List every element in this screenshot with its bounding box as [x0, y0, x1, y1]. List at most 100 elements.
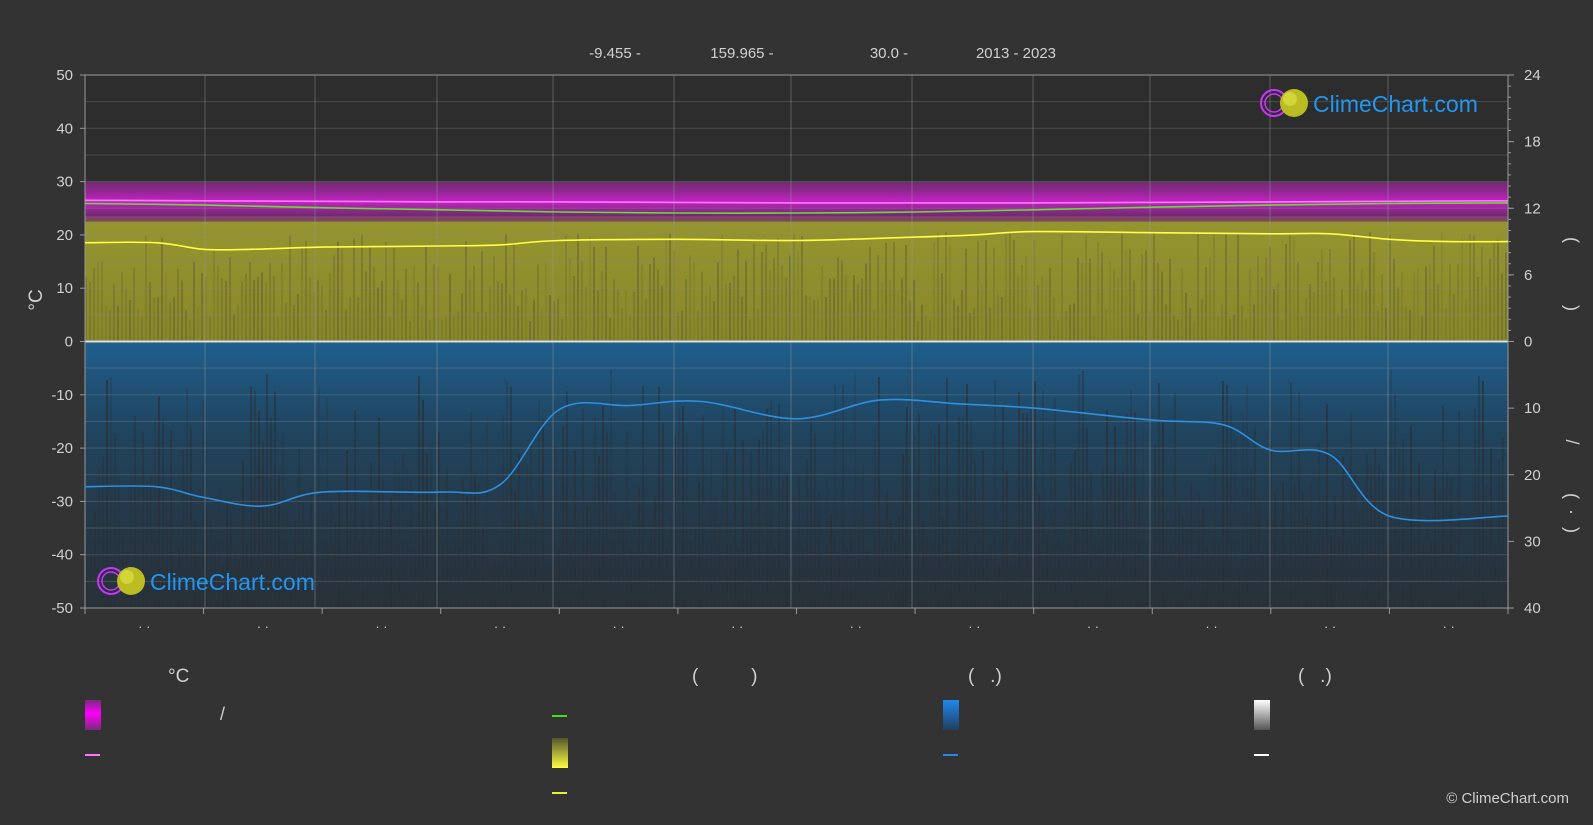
sunshine-texture — [1281, 320, 1283, 342]
sunshine-texture — [149, 282, 151, 342]
precipitation-texture — [1258, 499, 1260, 608]
sunshine-texture — [585, 286, 587, 342]
sunshine-texture — [713, 301, 715, 342]
sunshine-texture — [1453, 293, 1455, 342]
precipitation-texture — [1058, 539, 1060, 608]
sunshine-texture — [913, 280, 915, 342]
sunshine-texture — [133, 267, 135, 342]
precipitation-texture — [366, 543, 368, 608]
precipitation-texture — [742, 440, 744, 608]
precipitation-texture — [1130, 390, 1132, 608]
precipitation-texture — [194, 522, 196, 608]
precipitation-texture — [1414, 537, 1416, 608]
precipitation-texture — [1498, 458, 1500, 608]
precipitation-texture — [1338, 537, 1340, 608]
precipitation-texture — [746, 531, 748, 608]
precipitation-texture — [210, 521, 212, 608]
precipitation-texture — [714, 496, 716, 608]
sunshine-texture — [493, 256, 495, 342]
sunshine-texture — [873, 309, 875, 342]
precipitation-texture — [1406, 502, 1408, 608]
precipitation-texture — [1110, 472, 1112, 608]
precipitation-texture — [562, 426, 564, 608]
sunshine-texture — [865, 263, 867, 342]
sunshine-texture — [153, 297, 155, 342]
sunshine-texture — [229, 256, 231, 342]
precipitation-texture — [1442, 405, 1444, 608]
precipitation-texture — [522, 549, 524, 608]
sunshine-texture — [701, 271, 703, 342]
sunshine-texture — [805, 295, 807, 342]
sunshine-texture — [1229, 319, 1231, 342]
right-axis-label-bottom: ( — [1562, 493, 1582, 499]
precipitation-texture — [542, 418, 544, 608]
precipitation-texture — [578, 522, 580, 608]
precipitation-texture — [750, 452, 752, 608]
sunshine-texture — [141, 317, 143, 342]
sunshine-texture — [1165, 304, 1167, 342]
sunshine-texture — [1493, 242, 1495, 342]
precipitation-texture — [1330, 535, 1332, 608]
sunshine-texture — [1185, 292, 1187, 342]
precipitation-texture — [402, 454, 404, 608]
precipitation-texture — [94, 511, 96, 608]
precipitation-texture — [1286, 550, 1288, 608]
y-axis-left-label: °C — [26, 289, 47, 310]
sunshine-texture — [1221, 304, 1223, 342]
precipitation-texture — [994, 379, 996, 608]
sunshine-texture — [181, 280, 183, 342]
precipitation-texture — [774, 548, 776, 608]
sunshine-texture — [1157, 262, 1159, 342]
sunshine-texture — [825, 297, 827, 342]
sunshine-texture — [1093, 314, 1095, 342]
sunshine-texture — [669, 233, 671, 342]
sunshine-texture — [217, 265, 219, 342]
sunshine-texture — [1317, 261, 1319, 342]
precipitation-texture — [426, 453, 428, 608]
sunshine-texture — [1097, 242, 1099, 342]
sunshine-texture — [357, 296, 359, 342]
sunshine-texture — [869, 246, 871, 342]
sunshine-texture — [705, 295, 707, 342]
precipitation-texture — [546, 564, 548, 608]
sunshine-texture — [1289, 232, 1291, 342]
sunshine-texture — [641, 264, 643, 342]
sunshine-texture — [1345, 308, 1347, 342]
precipitation-texture — [1486, 485, 1488, 608]
sunshine-texture — [1337, 313, 1339, 342]
precipitation-texture — [1014, 539, 1016, 608]
precipitation-texture — [854, 374, 856, 608]
sunshine-texture — [1089, 258, 1091, 342]
precipitation-texture — [918, 413, 920, 608]
precipitation-texture — [830, 513, 832, 608]
brand-logo-bottom[interactable]: ClimeChart.com — [97, 567, 315, 595]
precipitation-texture — [638, 487, 640, 608]
precipitation-texture — [430, 444, 432, 608]
precipitation-texture — [1454, 521, 1456, 608]
sunshine-texture — [433, 264, 435, 342]
sunshine-texture — [753, 243, 755, 342]
sunshine-texture — [653, 257, 655, 342]
precipitation-texture — [906, 406, 908, 608]
right-axis-label-top: ( — [1562, 237, 1582, 243]
sunshine-texture — [157, 297, 159, 342]
sunshine-texture — [1349, 239, 1351, 342]
sunshine-texture — [93, 268, 95, 342]
tick-label-left: -20 — [51, 440, 73, 457]
sunshine-texture — [333, 255, 335, 342]
sunshine-texture — [561, 318, 563, 342]
precipitation-texture — [694, 527, 696, 608]
sunshine-texture — [317, 280, 319, 342]
precipitation-texture — [1382, 470, 1384, 608]
sunshine-texture — [481, 251, 483, 342]
sunshine-texture — [253, 280, 255, 342]
legend-title-sunshine: ( ) — [692, 666, 758, 687]
sunshine-texture — [1505, 252, 1507, 342]
tick-label-right: 18 — [1524, 134, 1541, 151]
sunshine-texture — [101, 261, 103, 342]
precipitation-texture — [794, 543, 796, 608]
precipitation-texture — [1438, 490, 1440, 608]
brand-logo-top[interactable]: ClimeChart.com — [1260, 89, 1478, 117]
sunshine-texture — [689, 255, 691, 342]
precipitation-texture — [870, 562, 872, 608]
